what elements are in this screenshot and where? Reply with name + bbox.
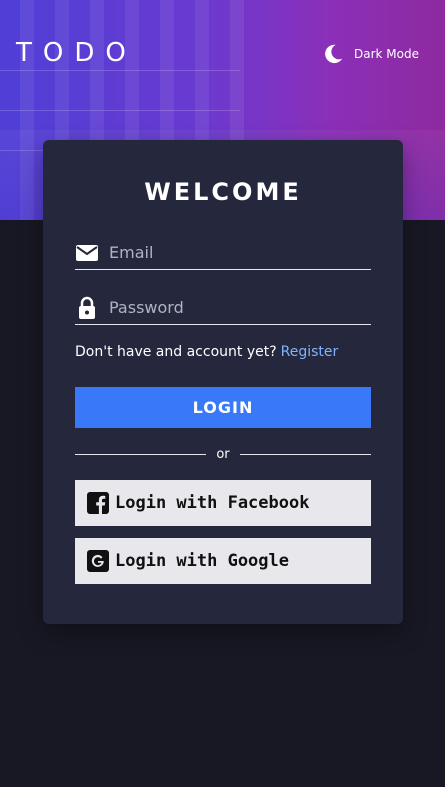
email-field bbox=[75, 236, 371, 270]
divider-text: or bbox=[216, 446, 230, 462]
register-link[interactable]: Register bbox=[281, 344, 339, 360]
email-input[interactable] bbox=[109, 237, 371, 268]
register-prompt-text: Don't have and account yet? bbox=[75, 344, 277, 360]
register-prompt: Don't have and account yet? Register bbox=[75, 344, 338, 360]
facebook-button-label: Login with Facebook bbox=[115, 493, 310, 513]
or-divider: or bbox=[75, 446, 371, 462]
divider-line-left bbox=[75, 453, 207, 455]
login-card: WELCOME Don't have and account yet?Regis… bbox=[43, 140, 403, 624]
facebook-icon bbox=[87, 492, 109, 514]
dark-mode-label: Dark Mode bbox=[354, 47, 419, 61]
google-icon bbox=[87, 550, 109, 572]
lock-icon bbox=[75, 296, 99, 320]
login-with-facebook-button[interactable]: Login with Facebook bbox=[75, 480, 371, 526]
welcome-title: WELCOME bbox=[144, 178, 302, 206]
google-button-label: Login with Google bbox=[115, 551, 289, 571]
login-with-google-button[interactable]: Login with Google bbox=[75, 538, 371, 584]
envelope-icon bbox=[75, 241, 99, 265]
dark-mode-toggle[interactable]: Dark Mode bbox=[322, 42, 419, 66]
moon-icon bbox=[325, 44, 343, 64]
password-field bbox=[75, 291, 371, 325]
login-button[interactable]: LOGIN bbox=[75, 387, 371, 428]
password-input[interactable] bbox=[109, 292, 371, 323]
divider-line-right bbox=[239, 453, 371, 455]
app-logo: TODO bbox=[16, 38, 137, 68]
